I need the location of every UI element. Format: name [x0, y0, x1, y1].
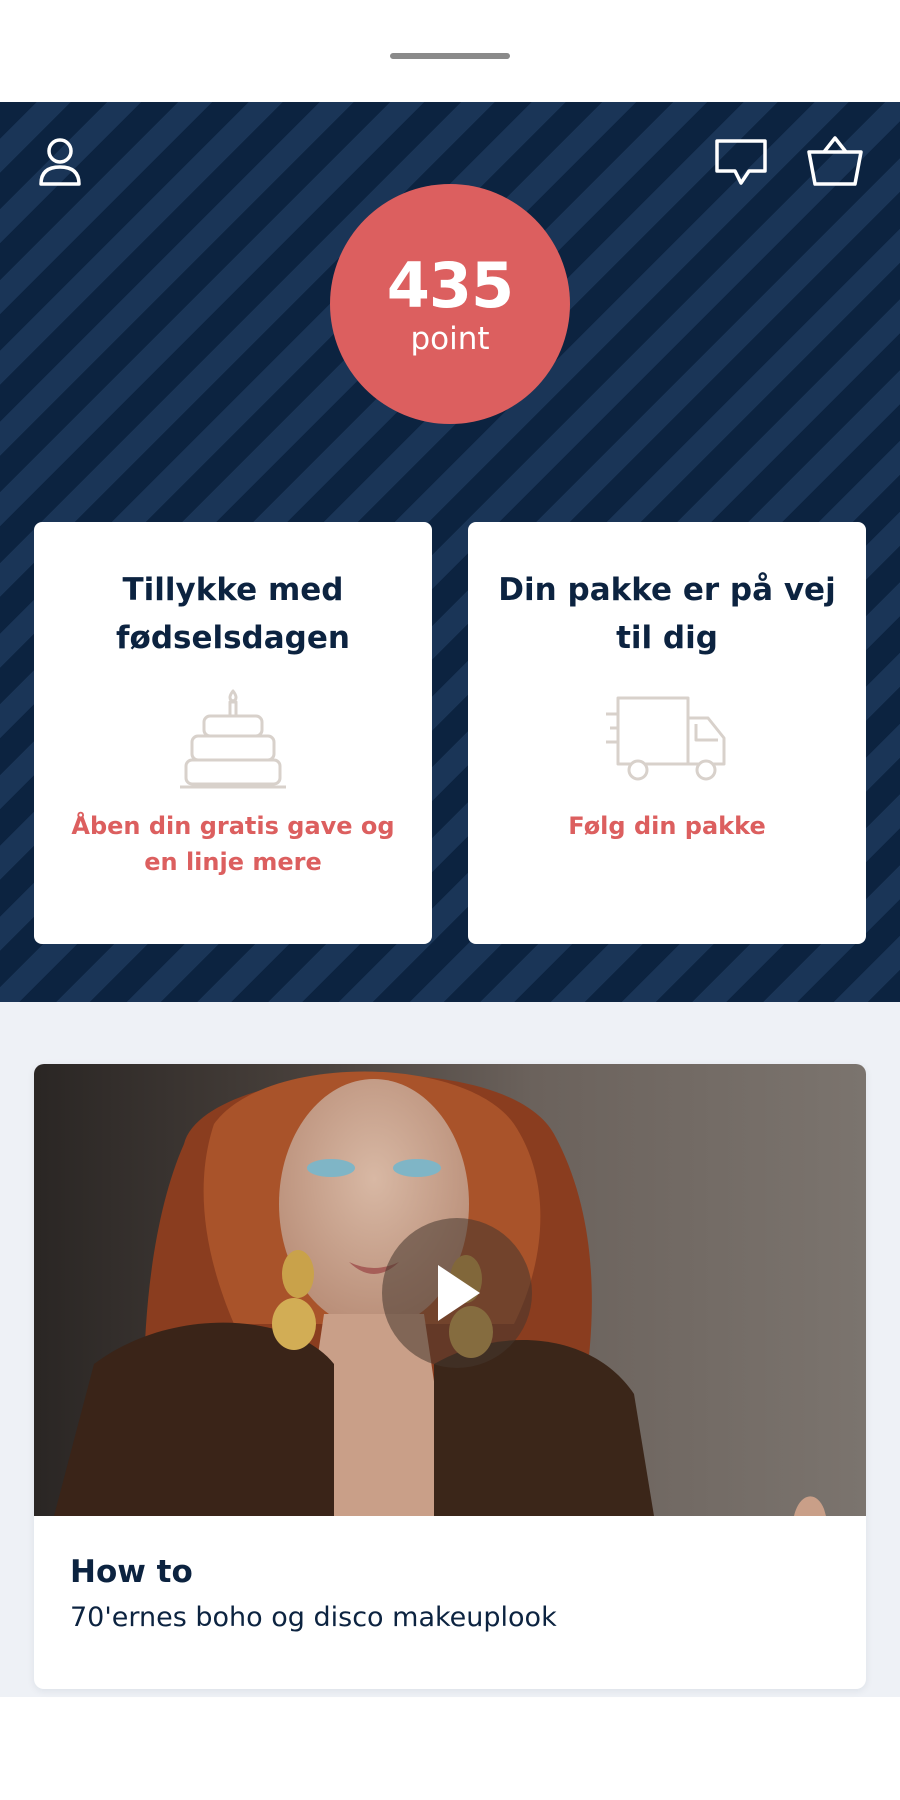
video-title[interactable]: 70'ernes boho og disco makeuplook	[70, 1598, 830, 1638]
video-thumbnail[interactable]	[34, 1064, 866, 1516]
basket-button[interactable]	[800, 130, 870, 192]
birthday-cake-icon	[180, 689, 286, 789]
play-button[interactable]	[382, 1218, 532, 1368]
video-card[interactable]: How to 70'ernes boho og disco makeuplook	[34, 1064, 866, 1689]
user-icon	[39, 138, 81, 186]
delivery-truck-icon	[606, 696, 726, 781]
hero-banner: 435 point Tillykke med fødselsdagen Åben…	[0, 102, 900, 1002]
messages-button[interactable]	[710, 132, 772, 192]
chat-bubble-icon	[715, 139, 767, 185]
profile-button[interactable]	[30, 132, 90, 192]
sheet-grabber[interactable]	[390, 53, 510, 59]
package-card[interactable]: Din pakke er på vej til dig Følg din pak…	[468, 522, 866, 944]
birthday-card[interactable]: Tillykke med fødselsdagen Åben din grati…	[34, 522, 432, 944]
package-card-title: Din pakke er på vej til dig	[498, 572, 836, 656]
video-kicker: How to	[70, 1554, 193, 1590]
sheet-header	[0, 0, 900, 102]
shopping-basket-icon	[807, 136, 863, 186]
points-value: 435	[386, 249, 514, 322]
play-icon	[438, 1265, 480, 1321]
birthday-card-title: Tillykke med fødselsdagen	[116, 572, 350, 656]
track-package-link[interactable]: Følg din pakke	[497, 808, 837, 844]
points-label: point	[410, 321, 490, 357]
content-feed: How to 70'ernes boho og disco makeuplook	[0, 1002, 900, 1697]
open-gift-link[interactable]: Åben din gratis gave og en linje mere	[63, 808, 403, 880]
points-badge[interactable]: 435 point	[330, 184, 570, 424]
